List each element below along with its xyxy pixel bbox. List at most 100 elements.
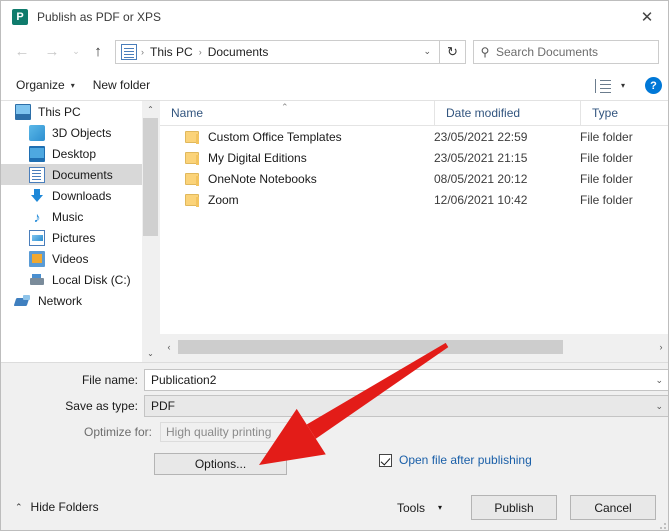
address-bar[interactable]: › This PC › Documents ⌄ bbox=[115, 39, 440, 64]
chevron-down-icon[interactable]: ⌄ bbox=[655, 401, 663, 412]
breadcrumb-separator-1: › bbox=[198, 46, 202, 57]
file-name-row: File name: Publication2 ⌄ bbox=[78, 369, 668, 391]
view-layout-icon[interactable] bbox=[594, 78, 612, 93]
tools-button[interactable]: Tools ▾ bbox=[397, 501, 442, 515]
scroll-right-icon[interactable]: › bbox=[652, 338, 668, 356]
publish-as-pdf-dialog: P Publish as PDF or XPS ✕ ← → ⌄ ↑ › This… bbox=[0, 0, 669, 531]
search-input[interactable]: ⚲ Search Documents bbox=[473, 39, 659, 64]
sidebar-item-label: This PC bbox=[38, 104, 81, 119]
file-list-horizontal-scrollbar[interactable]: ‹ › bbox=[160, 338, 668, 356]
sort-ascending-icon: ⌃ bbox=[281, 102, 289, 112]
sidebar-scrollbar[interactable]: ⌃ ⌄ bbox=[142, 101, 159, 362]
chevron-down-icon[interactable]: ⌄ bbox=[655, 375, 663, 386]
music-icon: ♪ bbox=[33, 208, 41, 225]
up-icon[interactable]: ↑ bbox=[85, 37, 111, 67]
window-title: Publish as PDF or XPS bbox=[37, 10, 162, 24]
sidebar-item-downloads[interactable]: Downloads bbox=[1, 185, 142, 206]
column-header-name-label: Name bbox=[171, 106, 204, 120]
table-row[interactable]: OneNote Notebooks 08/05/2021 20:12 File fo… bbox=[160, 168, 668, 189]
save-form: File name: Publication2 ⌄ Save as type: … bbox=[1, 363, 668, 530]
chevron-down-icon[interactable]: ⌄ bbox=[423, 46, 431, 57]
publish-button[interactable]: Publish bbox=[471, 495, 557, 520]
breadcrumb-separator-0: › bbox=[141, 46, 144, 57]
sidebar-item-label: Pictures bbox=[52, 230, 96, 245]
publisher-app-icon: P bbox=[12, 9, 28, 25]
optimize-for-label: Optimize for: bbox=[83, 425, 152, 439]
sidebar-item-this-pc[interactable]: This PC bbox=[1, 101, 142, 122]
this-pc-icon bbox=[15, 103, 31, 120]
breadcrumb-this-pc[interactable]: This PC bbox=[148, 45, 195, 59]
new-folder-button[interactable]: New folder bbox=[84, 74, 159, 97]
options-button[interactable]: Options... bbox=[154, 453, 287, 475]
command-toolbar: Organize ▾ New folder ▾ ? bbox=[1, 70, 668, 101]
cell-date: 23/05/2021 21:15 bbox=[434, 150, 528, 165]
open-file-after-publishing-label: Open file after publishing bbox=[399, 453, 532, 467]
sidebar-item-desktop[interactable]: Desktop bbox=[1, 143, 142, 164]
recent-locations-icon[interactable]: ⌄ bbox=[67, 37, 85, 67]
table-row[interactable]: Custom Office Templates 23/05/2021 22:59 F… bbox=[160, 126, 668, 147]
folder-icon bbox=[185, 130, 199, 144]
hide-folders-button[interactable]: ⌃ Hide Folders bbox=[15, 500, 99, 514]
sidebar-item-documents[interactable]: Documents bbox=[1, 164, 142, 185]
table-row[interactable]: Zoom 12/06/2021 10:42 File folder bbox=[160, 189, 668, 210]
sidebar-item-label: Local Disk (C:) bbox=[52, 272, 131, 287]
cell-type: File folder bbox=[580, 192, 633, 207]
sidebar-item-network[interactable]: Network bbox=[1, 290, 142, 311]
cancel-button[interactable]: Cancel bbox=[570, 495, 656, 520]
sidebar-item-3d-objects[interactable]: 3D Objects bbox=[1, 122, 142, 143]
scroll-left-icon[interactable]: ‹ bbox=[160, 338, 178, 356]
chevron-up-icon: ⌃ bbox=[15, 501, 23, 512]
sidebar-item-pictures[interactable]: Pictures bbox=[1, 227, 142, 248]
breadcrumb-documents[interactable]: Documents bbox=[206, 45, 271, 59]
cell-name: Custom Office Templates bbox=[208, 129, 342, 144]
file-name-label: File name: bbox=[81, 373, 138, 387]
cell-date: 12/06/2021 10:42 bbox=[434, 192, 528, 207]
column-header-date-modified[interactable]: Date modified bbox=[434, 101, 580, 125]
chevron-down-icon[interactable]: ▾ bbox=[621, 81, 625, 90]
sidebar-item-music[interactable]: ♪ Music bbox=[1, 206, 142, 227]
sidebar-item-local-disk-c[interactable]: Local Disk (C:) bbox=[1, 269, 142, 290]
refresh-icon[interactable]: ↻ bbox=[440, 39, 466, 64]
help-icon[interactable]: ? bbox=[645, 77, 662, 94]
sidebar-item-videos[interactable]: Videos bbox=[1, 248, 142, 269]
scrollbar-thumb[interactable] bbox=[143, 118, 158, 236]
column-header-type[interactable]: Type bbox=[580, 101, 668, 125]
downloads-icon bbox=[29, 188, 45, 204]
3d-objects-icon bbox=[29, 124, 45, 141]
navigation-sidebar: This PC 3D Objects Desktop Documents Downloa… bbox=[1, 101, 142, 362]
hide-folders-label: Hide Folders bbox=[30, 500, 99, 514]
checkbox-checked-icon[interactable] bbox=[379, 453, 392, 467]
sidebar-item-label: Network bbox=[38, 293, 83, 308]
table-row[interactable]: My Digital Editions 23/05/2021 21:15 File … bbox=[160, 147, 668, 168]
close-icon[interactable]: ✕ bbox=[624, 1, 668, 32]
save-as-type-select[interactable]: PDF ⌄ bbox=[144, 395, 668, 417]
dialog-footer-buttons: Tools ▾ Publish Cancel bbox=[397, 495, 656, 520]
scrollbar-track[interactable] bbox=[143, 236, 158, 345]
resize-grip[interactable] bbox=[657, 520, 667, 530]
navigation-bar: ← → ⌄ ↑ › This PC › Documents ⌄ ↻ ⚲ Sear… bbox=[1, 33, 668, 70]
scroll-down-icon[interactable]: ⌄ bbox=[142, 345, 159, 362]
cell-date: 23/05/2021 22:59 bbox=[434, 129, 528, 144]
tools-label: Tools bbox=[396, 500, 425, 515]
file-list-pane: Name ⌃ Date modified Type Custom Office … bbox=[160, 101, 668, 334]
forward-icon[interactable]: → bbox=[37, 37, 67, 67]
desktop-icon bbox=[29, 145, 45, 162]
sidebar-item-label: Documents bbox=[52, 167, 113, 182]
column-header-name[interactable]: Name ⌃ bbox=[160, 101, 434, 125]
folder-icon bbox=[185, 172, 199, 186]
network-icon bbox=[15, 293, 31, 309]
sidebar-item-label: Desktop bbox=[52, 146, 97, 161]
open-file-after-publishing-checkbox[interactable]: Open file after publishing bbox=[379, 453, 532, 467]
scrollbar-thumb[interactable] bbox=[178, 340, 563, 354]
file-name-field[interactable]: Publication2 ⌄ bbox=[144, 369, 668, 391]
cell-date: 08/05/2021 20:12 bbox=[434, 171, 528, 186]
organize-button[interactable]: Organize ▾ bbox=[7, 74, 84, 97]
optimize-for-row: Optimize for: High quality printing bbox=[78, 422, 291, 442]
scroll-up-icon[interactable]: ⌃ bbox=[142, 101, 159, 118]
back-icon[interactable]: ← bbox=[7, 37, 37, 67]
cell-type: File folder bbox=[580, 129, 633, 144]
sidebar-item-label: 3D Objects bbox=[52, 125, 112, 140]
search-icon: ⚲ bbox=[480, 44, 490, 59]
optimize-for-value[interactable]: High quality printing bbox=[160, 422, 291, 442]
cell-name: My Digital Editions bbox=[208, 150, 307, 165]
